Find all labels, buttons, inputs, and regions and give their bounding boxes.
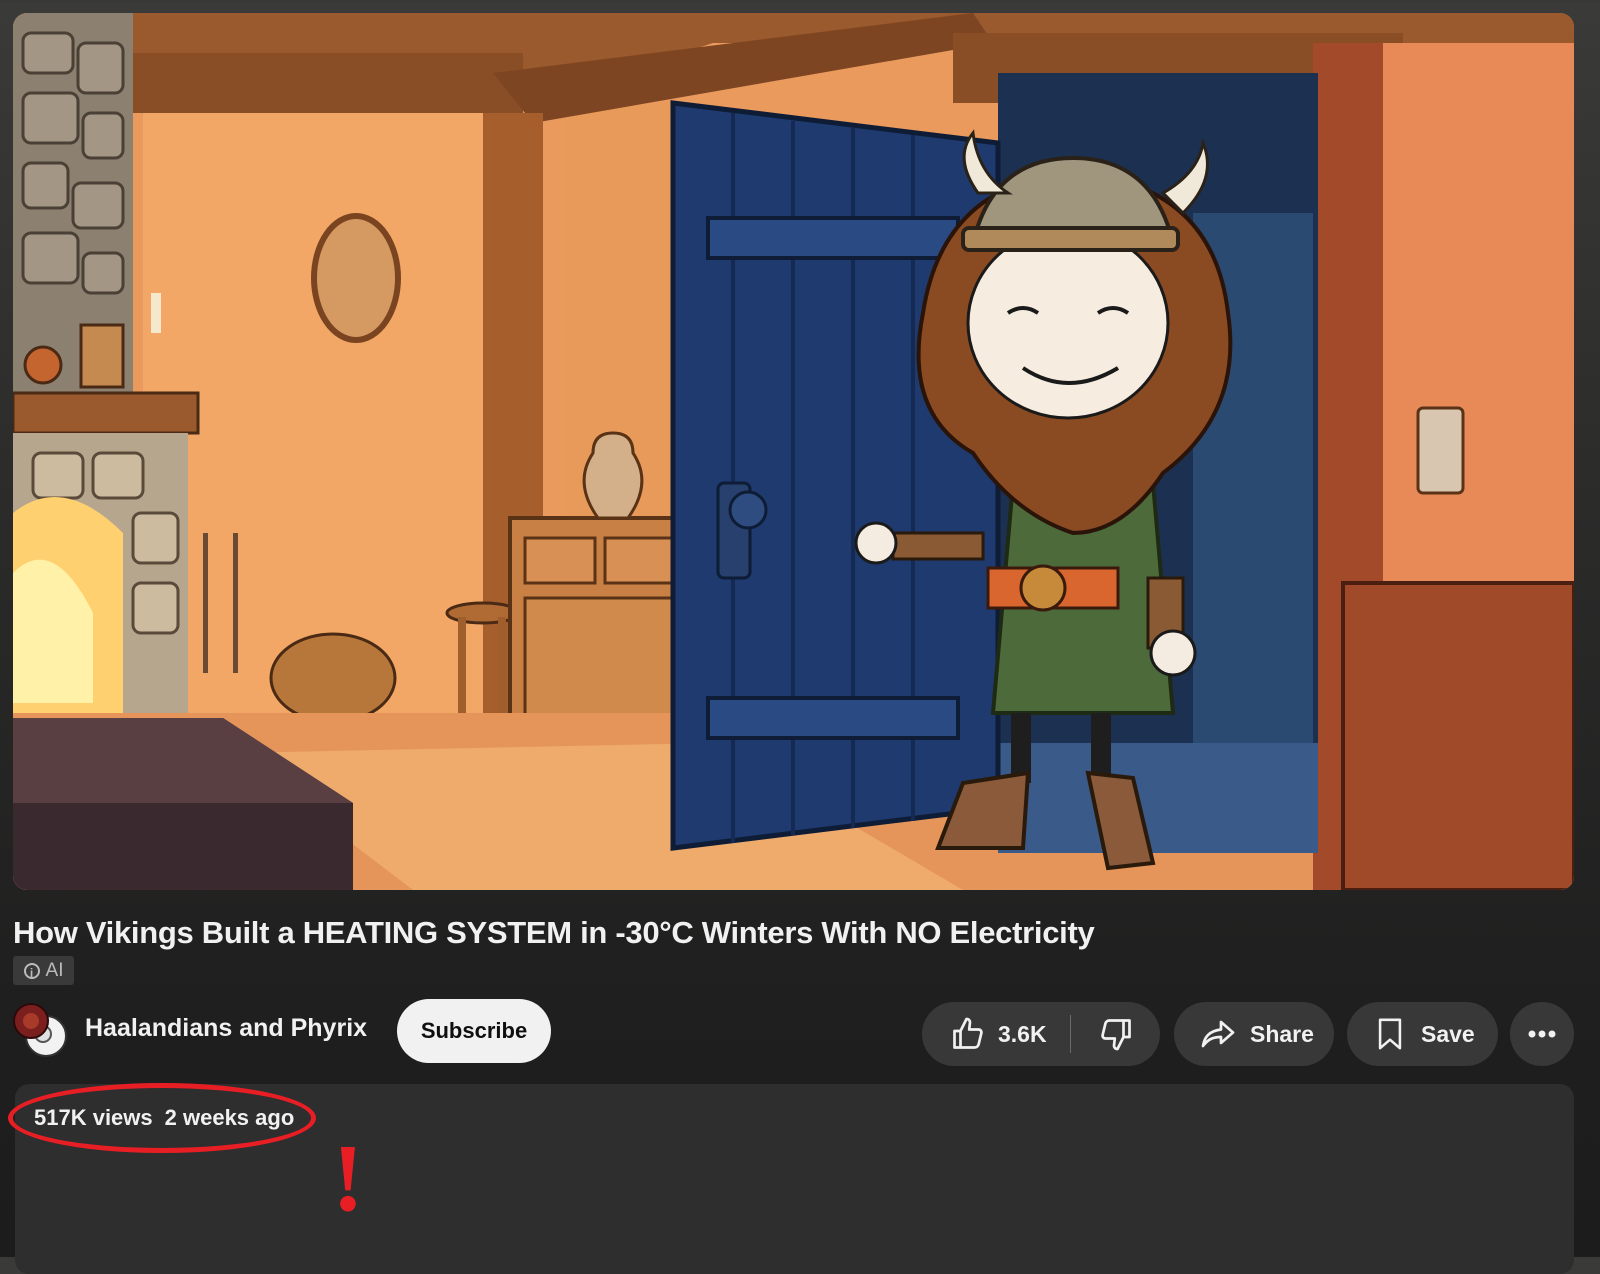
save-label: Save (1421, 1020, 1475, 1047)
annotation-circle (8, 1083, 316, 1153)
share-arrow-icon (1201, 1020, 1235, 1048)
save-button[interactable]: Save (1347, 1002, 1498, 1066)
like-count: 3.6K (998, 1020, 1047, 1047)
more-actions-button[interactable] (1510, 1002, 1574, 1066)
like-dislike-group: 3.6K (922, 1002, 1160, 1066)
dislike-button[interactable] (1071, 1002, 1160, 1066)
annotation-exclamation: ! (332, 1124, 364, 1231)
ai-label-text: AI (45, 959, 64, 981)
info-icon: i (23, 962, 40, 980)
share-label: Share (1250, 1020, 1314, 1047)
ai-label-badge[interactable]: i AI (13, 956, 74, 985)
subscribe-button[interactable]: Subscribe (397, 999, 551, 1063)
bookmark-icon (1378, 1018, 1402, 1050)
video-thumbnail-illustration (13, 13, 1574, 890)
thumbs-up-icon (953, 1017, 983, 1049)
video-title: How Vikings Built a HEATING SYSTEM in -3… (13, 915, 1095, 950)
channel-name[interactable]: Haalandians and Phyrix (85, 1014, 367, 1043)
more-horizontal-icon (1528, 1030, 1556, 1038)
thumbs-down-icon (1100, 1019, 1131, 1051)
video-player[interactable] (13, 13, 1574, 890)
share-button[interactable]: Share (1174, 1002, 1334, 1066)
channel-avatar[interactable] (13, 1003, 67, 1057)
like-button[interactable]: 3.6K (922, 1002, 1070, 1066)
